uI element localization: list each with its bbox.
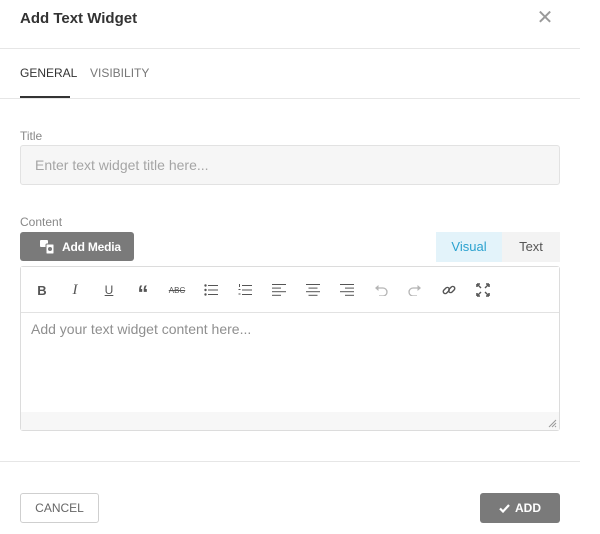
tab-visual[interactable]: Visual bbox=[436, 232, 502, 262]
align-center-icon[interactable] bbox=[302, 279, 324, 301]
blockquote-icon[interactable]: “ bbox=[132, 279, 154, 305]
italic-glyph: I bbox=[72, 281, 78, 298]
add-media-icon bbox=[40, 239, 55, 254]
active-tab-indicator bbox=[20, 96, 70, 98]
close-icon[interactable]: ✕ bbox=[535, 6, 555, 30]
blockquote-glyph: “ bbox=[137, 281, 149, 306]
link-icon[interactable] bbox=[438, 279, 460, 301]
undo-icon[interactable] bbox=[370, 279, 392, 301]
bold-glyph: B bbox=[37, 282, 47, 298]
dialog-header: Add Text Widget ✕ bbox=[0, 0, 580, 49]
strikethrough-icon[interactable]: ABC bbox=[166, 279, 188, 301]
tab-visibility[interactable]: VISIBILITY bbox=[90, 66, 149, 80]
add-media-label: Add Media bbox=[62, 239, 121, 254]
editor-toolbar: B I U “ ABC bbox=[21, 267, 559, 313]
rich-text-editor: B I U “ ABC Add your text widget content… bbox=[20, 266, 560, 431]
editor-content-area[interactable]: Add your text widget content here... bbox=[31, 321, 251, 337]
numbered-list-icon[interactable] bbox=[234, 279, 256, 301]
underline-glyph: U bbox=[104, 283, 114, 297]
add-button-label: ADD bbox=[515, 501, 541, 515]
dialog-footer: CANCEL ADD bbox=[0, 461, 580, 534]
title-input[interactable] bbox=[20, 145, 560, 185]
add-media-button[interactable]: Add Media bbox=[20, 232, 134, 261]
italic-icon[interactable]: I bbox=[64, 279, 86, 301]
resize-handle-icon[interactable] bbox=[548, 419, 557, 428]
tab-text[interactable]: Text bbox=[502, 232, 560, 262]
editor-statusbar bbox=[21, 412, 559, 430]
check-icon bbox=[499, 503, 510, 513]
add-text-widget-dialog: Add Text Widget ✕ GENERAL VISIBILITY Tit… bbox=[0, 0, 580, 533]
align-left-icon[interactable] bbox=[268, 279, 290, 301]
strikethrough-glyph: ABC bbox=[168, 285, 186, 295]
add-button[interactable]: ADD bbox=[480, 493, 560, 523]
redo-icon[interactable] bbox=[404, 279, 426, 301]
editor-mode-tabs: Visual Text bbox=[436, 232, 560, 262]
bold-icon[interactable]: B bbox=[31, 279, 53, 301]
dialog-title: Add Text Widget bbox=[20, 10, 138, 27]
fullscreen-icon[interactable] bbox=[472, 279, 494, 301]
tab-bar: GENERAL VISIBILITY bbox=[0, 49, 580, 99]
underline-icon[interactable]: U bbox=[98, 279, 120, 301]
title-label: Title bbox=[20, 129, 43, 143]
cancel-button[interactable]: CANCEL bbox=[20, 493, 99, 523]
tab-general[interactable]: GENERAL bbox=[20, 66, 77, 80]
align-right-icon[interactable] bbox=[336, 279, 358, 301]
bullet-list-icon[interactable] bbox=[200, 279, 222, 301]
content-label: Content bbox=[20, 215, 63, 229]
